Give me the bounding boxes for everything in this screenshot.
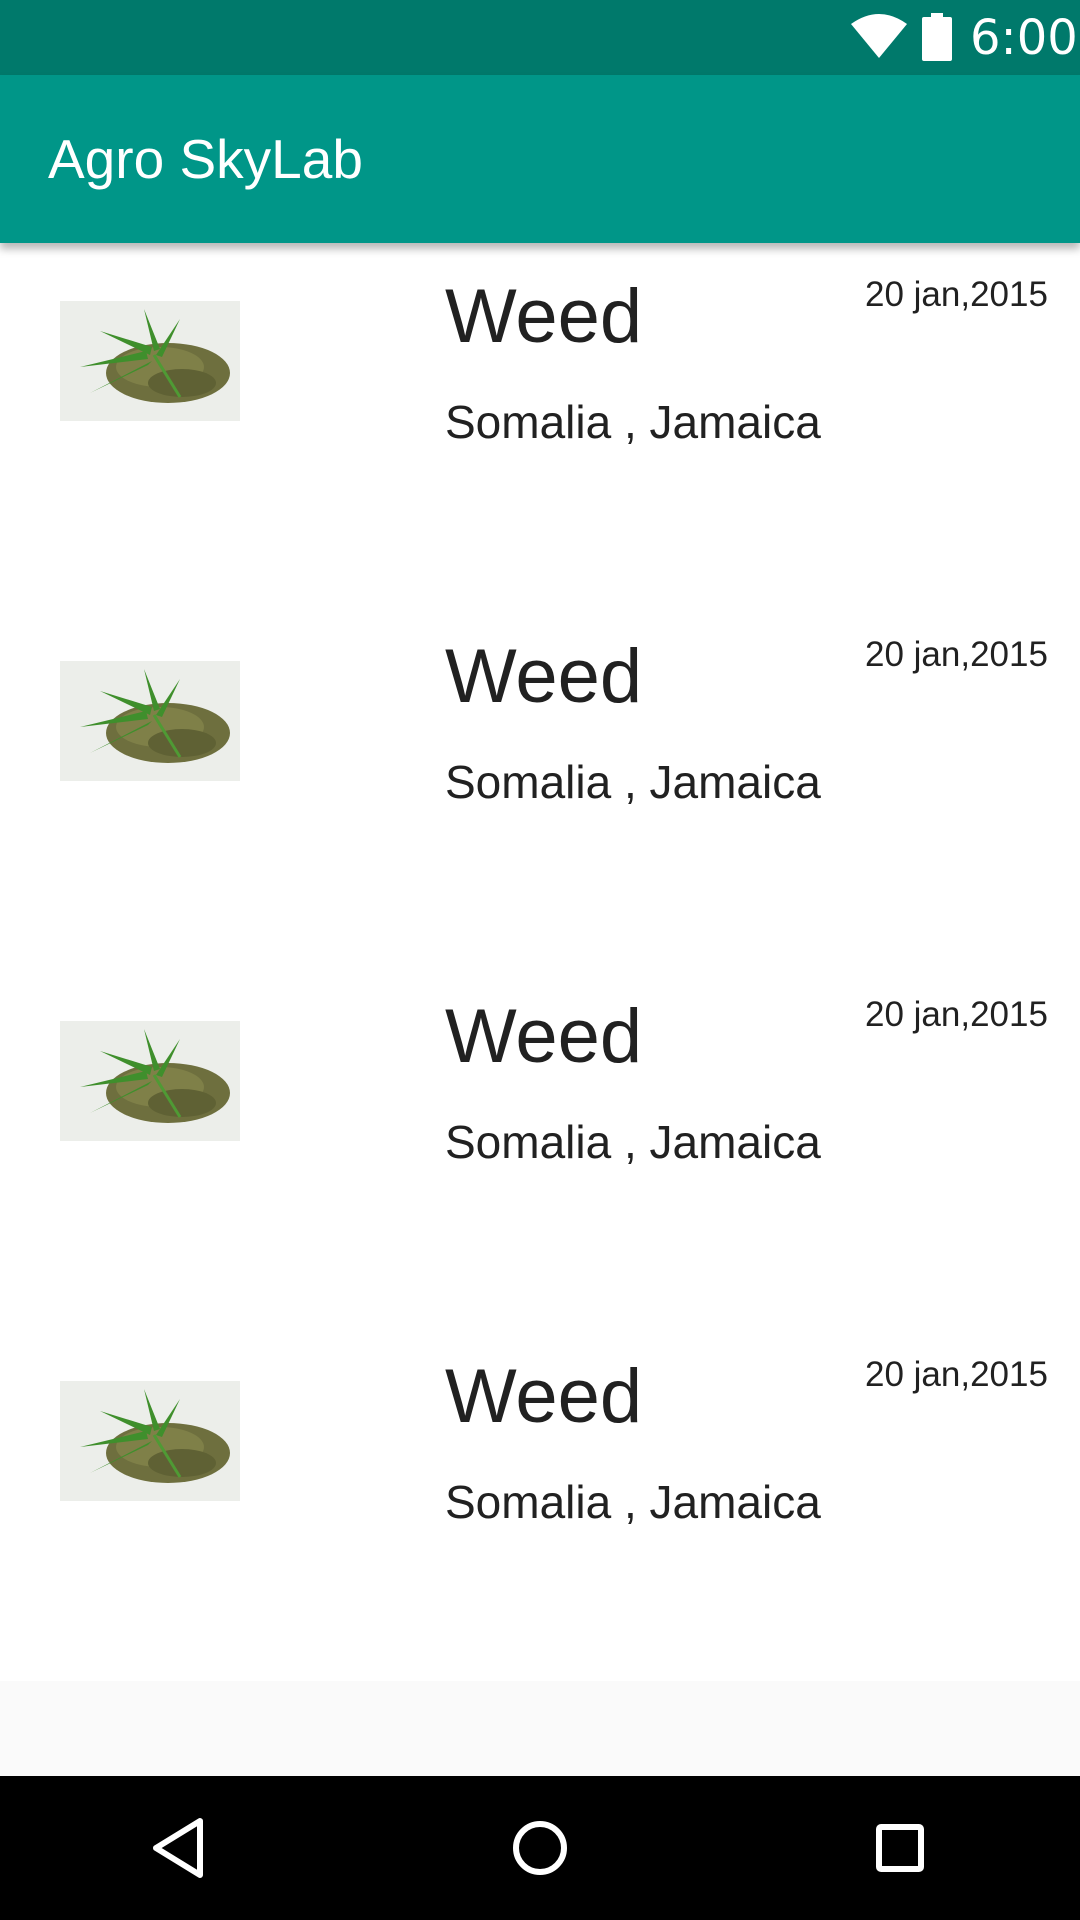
list-item[interactable]: Weed Somalia , Jamaica 20 jan,2015 bbox=[0, 603, 1080, 963]
cannabis-leaf-image bbox=[60, 1381, 240, 1501]
status-bar: 6:00 bbox=[0, 0, 1080, 75]
item-location: Somalia , Jamaica bbox=[445, 1476, 821, 1528]
item-location: Somalia , Jamaica bbox=[445, 1116, 821, 1168]
cannabis-leaf-image bbox=[60, 661, 240, 781]
item-location: Somalia , Jamaica bbox=[445, 396, 821, 448]
item-date: 20 jan,2015 bbox=[865, 1355, 1048, 1394]
item-title: Weed bbox=[445, 994, 643, 1079]
cannabis-leaf-image bbox=[60, 301, 240, 421]
app-bar: Agro SkyLab bbox=[0, 75, 1080, 243]
list-item[interactable]: Weed Somalia , Jamaica 20 jan,2015 bbox=[0, 963, 1080, 1323]
wifi-icon bbox=[850, 12, 908, 60]
app-title: Agro SkyLab bbox=[48, 128, 363, 190]
battery-icon bbox=[922, 13, 952, 61]
status-time: 6:00 bbox=[970, 10, 1078, 66]
item-title: Weed bbox=[445, 274, 643, 359]
item-location: Somalia , Jamaica bbox=[445, 756, 821, 808]
item-date: 20 jan,2015 bbox=[865, 275, 1048, 314]
list-item[interactable]: Weed Somalia , Jamaica 20 jan,2015 bbox=[0, 1323, 1080, 1683]
item-title: Weed bbox=[445, 634, 643, 719]
back-icon[interactable] bbox=[130, 1798, 230, 1898]
item-title: Weed bbox=[445, 1354, 643, 1439]
item-date: 20 jan,2015 bbox=[865, 635, 1048, 674]
list-item[interactable]: Weed Somalia , Jamaica 20 jan,2015 bbox=[0, 243, 1080, 603]
item-date: 20 jan,2015 bbox=[865, 995, 1048, 1034]
recents-icon[interactable] bbox=[850, 1798, 950, 1898]
home-icon[interactable] bbox=[490, 1798, 590, 1898]
item-list: Weed Somalia , Jamaica 20 jan,2015 Weed bbox=[0, 243, 1080, 1681]
navigation-bar bbox=[0, 1776, 1080, 1920]
cannabis-leaf-image bbox=[60, 1021, 240, 1141]
